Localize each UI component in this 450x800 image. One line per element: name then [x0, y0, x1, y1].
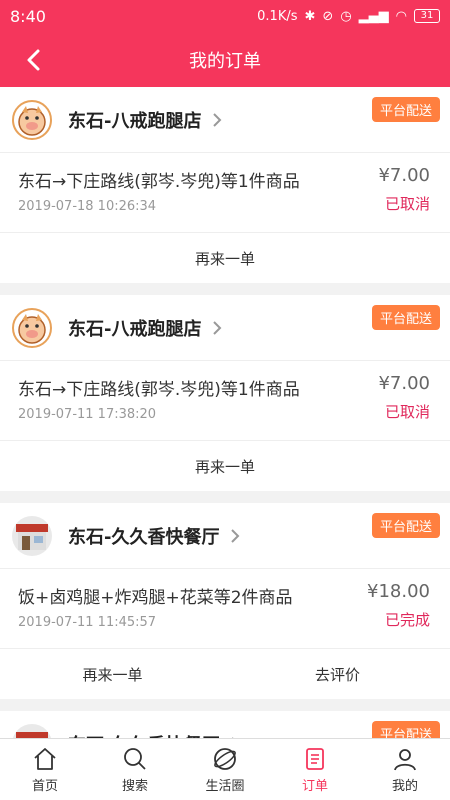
status-time: 8:40 — [10, 6, 46, 26]
order-body[interactable]: 东石→下庄路线(郭岑.岑兜)等1件商品 2019-07-11 17:38:20 … — [0, 361, 450, 441]
search-icon — [124, 747, 146, 770]
order-body[interactable]: 饭+卤鸡腿+炸鸡腿+花菜等2件商品 2019-07-11 11:45:57 ¥1… — [0, 569, 450, 649]
delivery-tag: 平台配送 — [371, 305, 440, 330]
order-date: 2019-07-11 17:38:20 — [18, 407, 157, 422]
tab-orders[interactable]: 订单 — [270, 739, 360, 800]
order-items: 东石→下庄路线(郭岑.岑兜)等1件商品 — [18, 380, 300, 400]
order-status: 已取消 — [384, 403, 430, 421]
shop-logo-pig — [12, 307, 52, 348]
pig-logo-icon — [18, 105, 46, 136]
delivery-tag: 平台配送 — [371, 513, 440, 538]
tab-label: 搜索 — [121, 778, 148, 794]
mute-icon: ⊘ — [322, 8, 334, 24]
order-price: ¥7.00 — [378, 373, 430, 394]
page-title: 我的订单 — [189, 50, 261, 72]
reorder-button[interactable]: 再来一单 — [0, 233, 450, 283]
chevron-right-icon[interactable] — [229, 527, 241, 545]
user-icon — [394, 748, 416, 770]
order-actions: 再来一单 去评价 — [0, 649, 450, 699]
order-header[interactable]: 东石-八戒跑腿店 平台配送 — [0, 295, 450, 361]
order-price: ¥7.00 — [378, 165, 430, 186]
order-header[interactable]: 东石-八戒跑腿店 平台配送 — [0, 87, 450, 153]
shop-name[interactable]: 东石-八戒跑腿店 — [68, 107, 201, 133]
reorder-button[interactable]: 再来一单 — [0, 441, 450, 491]
shop-logo-pig — [12, 99, 52, 140]
order-icon — [306, 747, 324, 770]
tab-life-circle[interactable]: 生活圈 — [180, 739, 270, 800]
home-icon — [34, 747, 56, 770]
pig-logo-icon — [18, 313, 46, 344]
wifi-icon: ◠ — [395, 8, 407, 24]
shop-logo-storefront — [12, 515, 52, 556]
reorder-button[interactable]: 再来一单 — [0, 649, 225, 699]
tab-label: 订单 — [301, 778, 328, 794]
planet-icon — [214, 747, 236, 770]
shop-name[interactable]: 东石-八戒跑腿店 — [68, 315, 201, 341]
tab-label: 我的 — [391, 778, 418, 794]
chevron-right-icon[interactable] — [211, 319, 223, 337]
bottom-tab-bar: 首页 搜索 生活圈 订单 我的 — [0, 738, 450, 800]
back-arrow-icon[interactable] — [20, 46, 48, 74]
order-header[interactable]: 东石-久久香快餐厅 平台配送 — [0, 503, 450, 569]
network-speed: 0.1K/s — [257, 8, 298, 24]
order-body[interactable]: 东石→下庄路线(郭岑.岑兜)等1件商品 2019-07-18 10:26:34 … — [0, 153, 450, 233]
status-bar: 8:40 0.1K/s ✱ ⊘ ◷ ▂▄▆ ◠ 31 — [0, 0, 450, 32]
review-button[interactable]: 去评价 — [225, 649, 450, 699]
order-price: ¥18.00 — [367, 581, 430, 602]
alarm-icon: ◷ — [340, 8, 352, 24]
order-items: 东石→下庄路线(郭岑.岑兜)等1件商品 — [18, 172, 300, 192]
order-status: 已完成 — [384, 611, 430, 629]
order-actions: 再来一单 — [0, 233, 450, 283]
tab-search[interactable]: 搜索 — [90, 739, 180, 800]
chevron-right-icon[interactable] — [211, 111, 223, 129]
order-status: 已取消 — [384, 195, 430, 213]
shop-name[interactable]: 东石-久久香快餐厅 — [68, 523, 219, 549]
order-date: 2019-07-18 10:26:34 — [18, 199, 157, 214]
storefront-logo-icon — [16, 523, 48, 550]
tab-profile[interactable]: 我的 — [360, 739, 450, 800]
order-card[interactable]: 东石-八戒跑腿店 平台配送 东石→下庄路线(郭岑.岑兜)等1件商品 2019-0… — [0, 295, 450, 491]
order-card[interactable]: 东石-久久香快餐厅 平台配送 饭+卤鸡腿+炸鸡腿+花菜等2件商品 2019-07… — [0, 503, 450, 699]
tab-label: 生活圈 — [205, 778, 245, 794]
signal-icon: ▂▄▆ — [358, 8, 389, 24]
battery-icon: 31 — [414, 9, 440, 23]
bluetooth-icon: ✱ — [304, 8, 316, 24]
tab-label: 首页 — [31, 778, 58, 794]
order-card[interactable]: 东石-八戒跑腿店 平台配送 东石→下庄路线(郭岑.岑兜)等1件商品 2019-0… — [0, 87, 450, 283]
order-date: 2019-07-11 11:45:57 — [18, 615, 157, 630]
order-actions: 再来一单 — [0, 441, 450, 491]
order-list: 东石-八戒跑腿店 平台配送 东石→下庄路线(郭岑.岑兜)等1件商品 2019-0… — [0, 87, 450, 789]
delivery-tag: 平台配送 — [371, 97, 440, 122]
tab-home[interactable]: 首页 — [0, 739, 90, 800]
header-bar: 我的订单 — [0, 32, 450, 87]
order-items: 饭+卤鸡腿+炸鸡腿+花菜等2件商品 — [18, 588, 293, 608]
